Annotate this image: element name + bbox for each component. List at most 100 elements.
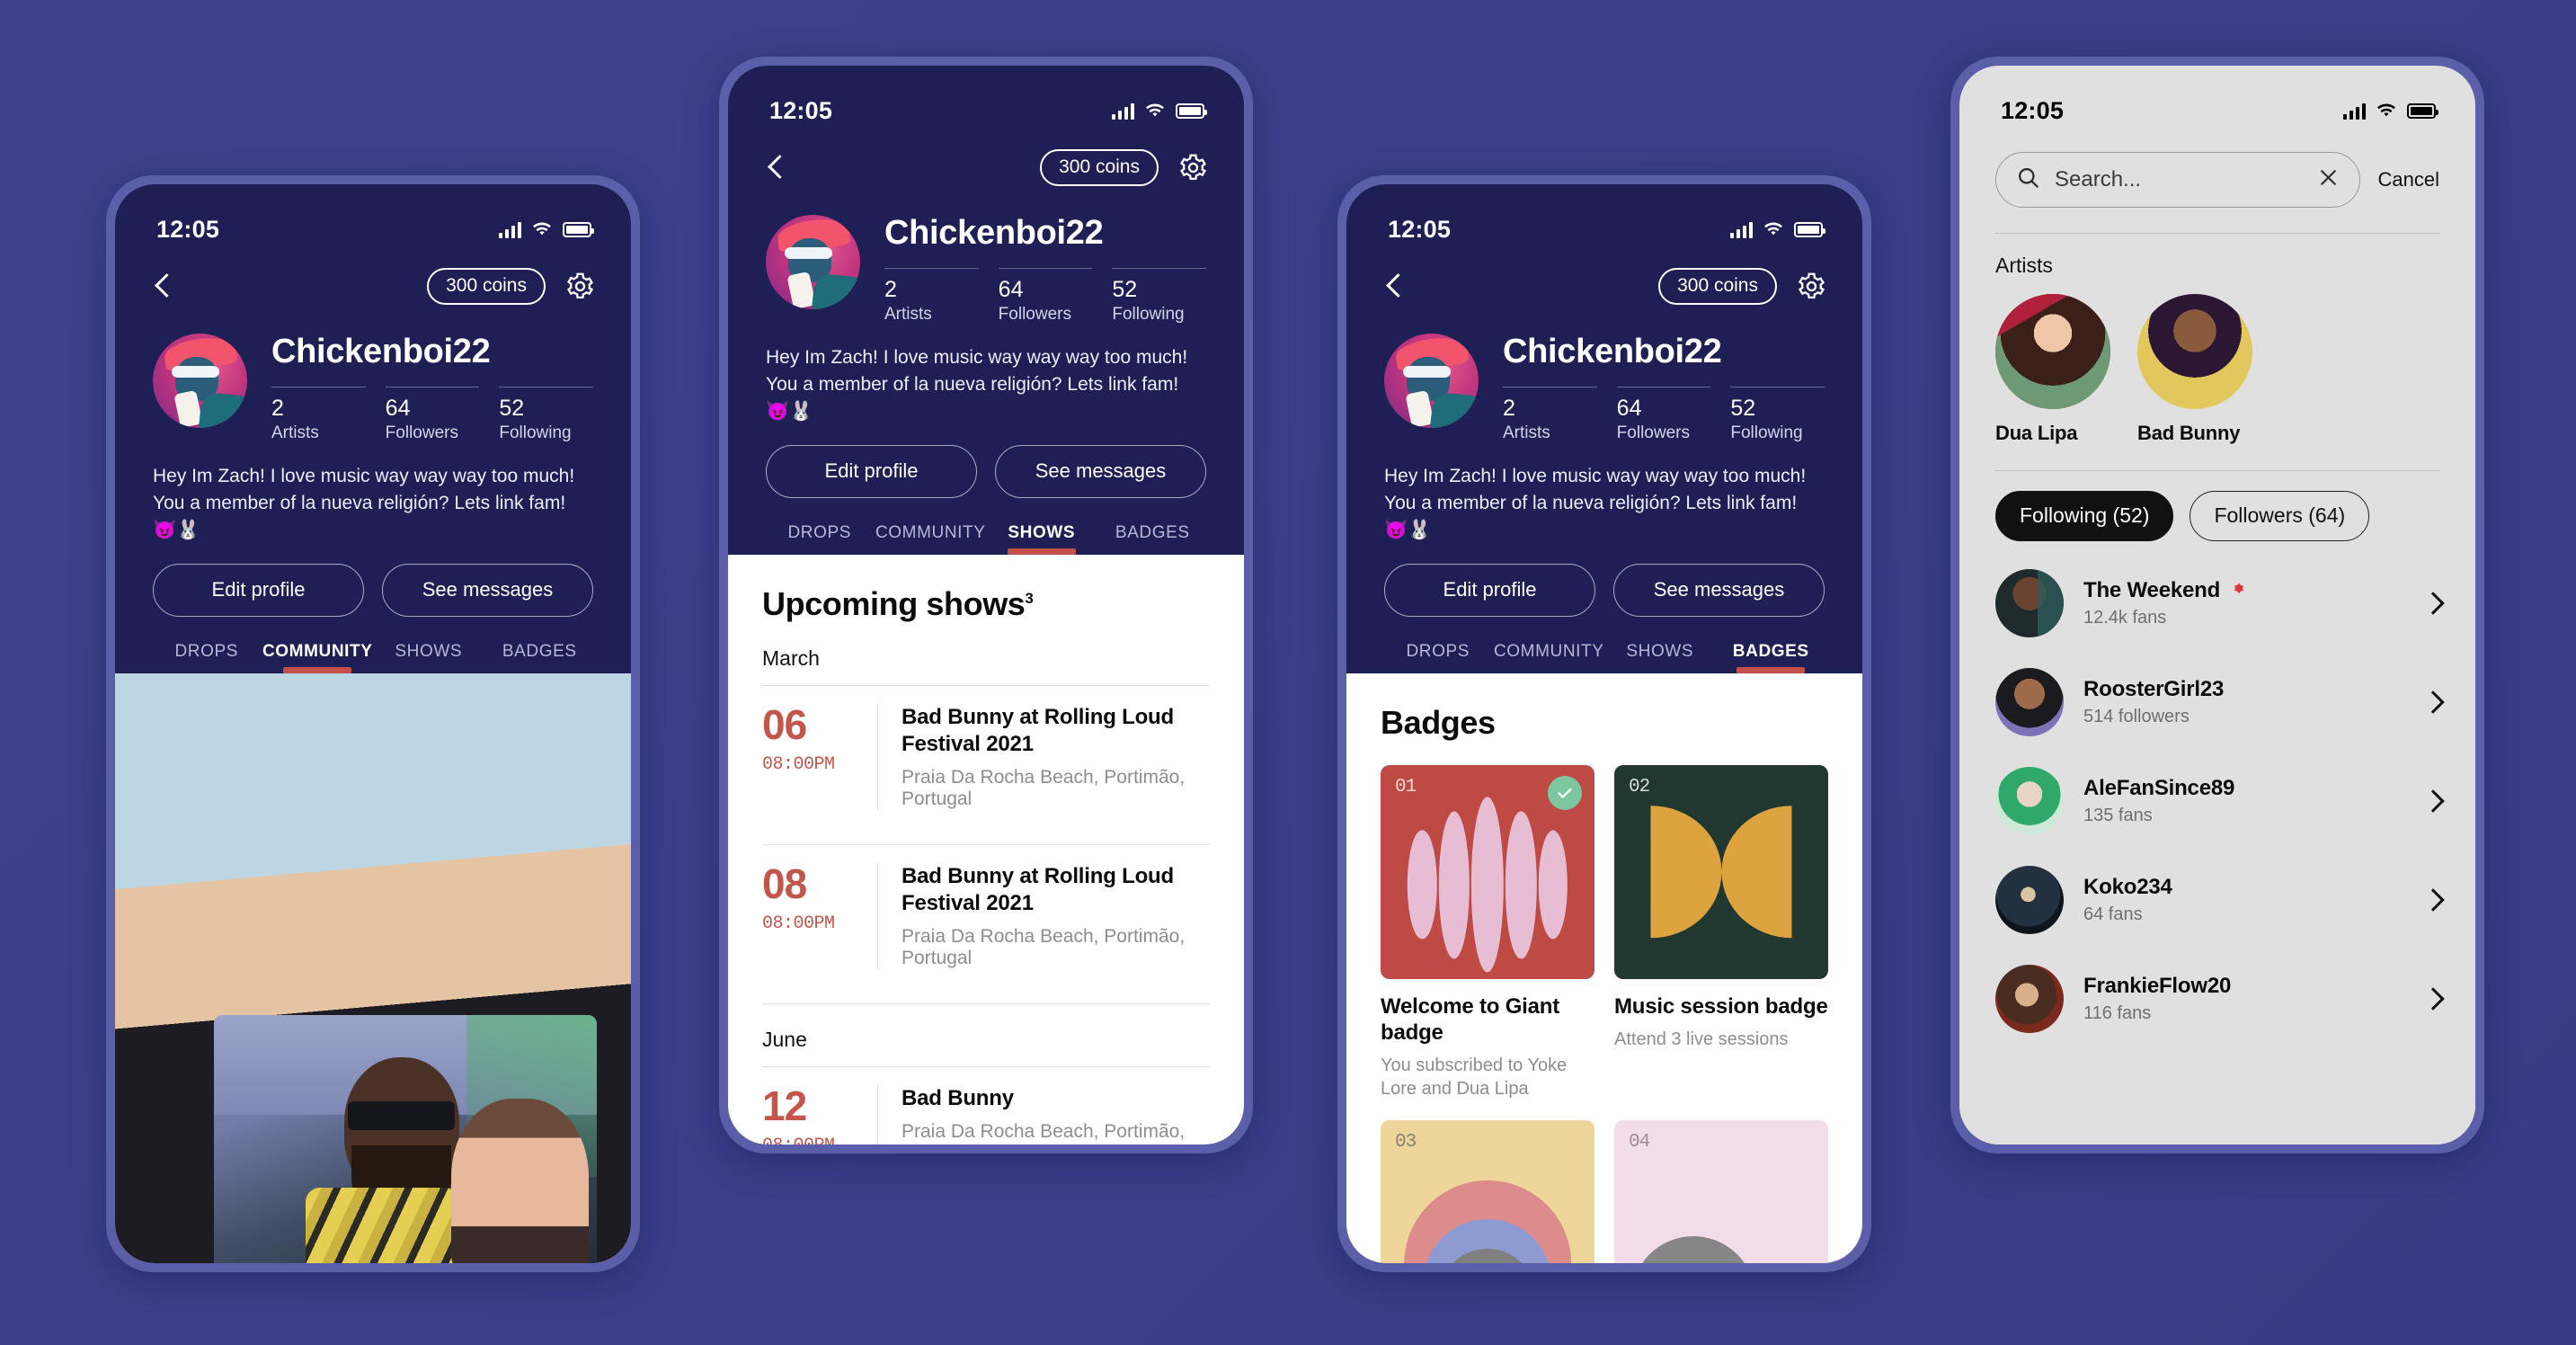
show-location: Praia Da Rocha Beach, Portimão, Portugal [902,766,1186,809]
status-bar: 12:05 [728,66,1244,136]
list-item[interactable]: RoosterGirl23 514 followers [1995,653,2439,752]
tab-shows[interactable]: SHOWS [1604,642,1716,673]
see-messages-button[interactable]: See messages [382,563,593,617]
gear-icon[interactable] [565,272,595,301]
coins-badge[interactable]: 300 coins [427,267,546,305]
chevron-right-icon [2425,690,2439,715]
stat-label: Following [1730,423,1803,443]
status-bar: 12:05 [115,184,631,254]
profile-header: Chickenboi22 2 Artists 64 Followers 52 F [115,310,631,443]
nav-right-group: 300 coins [1040,148,1208,186]
badge-card[interactable]: 02 Music session badge Attend 3 live ses… [1614,764,1828,1101]
avatar [1995,767,2064,835]
user-name: AleFanSince89 [2083,776,2235,800]
list-item[interactable]: AleFanSince89 135 fans [1995,752,2439,851]
badge-number: 04 [1629,1132,1650,1153]
artist-card[interactable]: Bad Bunny [2137,294,2252,445]
signal-icon [1730,221,1753,238]
search-input[interactable]: Search... [1995,152,2360,208]
edit-profile-button[interactable]: Edit profile [1384,563,1595,617]
avatar [1995,668,2064,736]
badge-artwork: 01 [1381,764,1594,979]
badge-description: You subscribed to Yoke Lore and Dua Lipa [1381,1056,1568,1100]
tab-badges[interactable]: BADGES [1716,642,1827,673]
stat-value: 2 [884,276,897,302]
tab-badges[interactable]: BADGES [1097,523,1209,555]
stat-artists[interactable]: 2 Artists [884,267,979,325]
show-time: 08:00PM [762,913,835,934]
stat-followers[interactable]: 64 Followers [385,386,480,444]
stat-value: 52 [1112,276,1138,302]
activity-photo[interactable] [214,1015,597,1263]
status-bar: 12:05 [1346,184,1862,254]
user-name: Koko234 [2083,875,2172,899]
coins-badge[interactable]: 300 coins [1040,148,1159,186]
stat-artists[interactable]: 2 Artists [271,386,366,444]
list-item[interactable]: FrankieFlow20 116 fans [1995,949,2439,1048]
screen: 12:05 Search... Cancel Artists Dua Lipa … [1959,66,2475,1145]
see-messages-button[interactable]: See messages [1613,563,1825,617]
gear-icon[interactable] [1178,153,1208,183]
list-item[interactable]: 08 08:00PM Bad Bunny at Rolling Loud Fes… [762,845,1210,989]
cancel-button[interactable]: Cancel [2378,168,2439,192]
chevron-right-icon [2425,986,2439,1011]
stat-following[interactable]: 52 Following [1112,267,1207,325]
profile-header: Chickenboi22 2 Artists 64 Followers 52 F [728,192,1244,325]
badge-card[interactable]: 03 [1381,1120,1594,1263]
show-title: Bad Bunny [902,1085,1014,1110]
list-item[interactable]: 06 08:00PM Bad Bunny at Rolling Loud Fes… [762,686,1210,830]
badge-artwork: 03 [1381,1120,1594,1263]
chip-following[interactable]: Following (52) [1995,491,2174,541]
profile-actions: Edit profile See messages [115,544,631,617]
gear-icon[interactable] [1797,272,1826,301]
chevron-left-icon[interactable] [153,271,176,301]
badge-card[interactable]: 04 [1614,1120,1828,1263]
stat-artists[interactable]: 2 Artists [1503,386,1597,444]
list-item[interactable]: 12 08:00PM Bad Bunny Praia Da Rocha Beac… [762,1067,1210,1145]
stat-following[interactable]: 52 Following [1730,386,1825,444]
tab-shows[interactable]: SHOWS [373,642,484,673]
chevron-right-icon [2425,591,2439,616]
stat-followers[interactable]: 64 Followers [998,267,1093,325]
tab-drops[interactable]: DROPS [1382,642,1494,673]
tab-badges[interactable]: BADGES [484,642,596,673]
search-placeholder: Search... [2055,167,2142,192]
edit-profile-button[interactable]: Edit profile [153,563,364,617]
chevron-left-icon[interactable] [1384,271,1408,301]
tab-community[interactable]: COMMUNITY [262,642,374,673]
list-item[interactable]: The Weekend 12.4k fans [1995,554,2439,653]
stat-followers[interactable]: 64 Followers [1616,386,1711,444]
tab-community[interactable]: COMMUNITY [1494,642,1605,673]
month-label: June [762,1027,807,1051]
stat-label: Following [1112,305,1185,325]
stat-label: Following [499,423,572,443]
search-icon [2016,165,2040,194]
tab-community[interactable]: COMMUNITY [875,523,987,555]
tab-shows[interactable]: SHOWS [986,523,1097,555]
list-item[interactable]: AFein1 2h Posted to your thread in the f… [115,672,631,1263]
battery-icon [563,221,594,237]
stat-value: 64 [385,395,411,421]
chevron-left-icon[interactable] [766,152,789,183]
artists-row: Dua Lipa Bad Bunny [1995,294,2439,445]
wifi-icon [2376,102,2397,119]
badge-card[interactable]: 01 Welcome to Giant badge You subscribed… [1381,764,1594,1101]
close-icon[interactable] [2317,166,2340,193]
user-list: The Weekend 12.4k fans RoosterGirl23 514… [1995,554,2439,1048]
chip-followers[interactable]: Followers (64) [2190,491,2370,541]
stat-value: 52 [499,395,525,421]
tab-drops[interactable]: DROPS [764,523,875,555]
month-label: March [762,646,820,670]
badge-number: 01 [1395,776,1417,797]
see-messages-button[interactable]: See messages [995,444,1206,498]
artists-section-label: Artists [1995,254,2053,277]
signal-icon [1112,102,1134,120]
edit-profile-button[interactable]: Edit profile [766,444,977,498]
phone-mockup-search: 12:05 Search... Cancel Artists Dua Lipa … [1950,57,2484,1153]
stat-following[interactable]: 52 Following [499,386,594,444]
list-item[interactable]: Koko234 64 fans [1995,851,2439,949]
tab-drops[interactable]: DROPS [151,642,262,673]
artist-card[interactable]: Dua Lipa [1995,294,2110,445]
coins-badge[interactable]: 300 coins [1658,267,1777,305]
status-icons [1112,102,1207,120]
